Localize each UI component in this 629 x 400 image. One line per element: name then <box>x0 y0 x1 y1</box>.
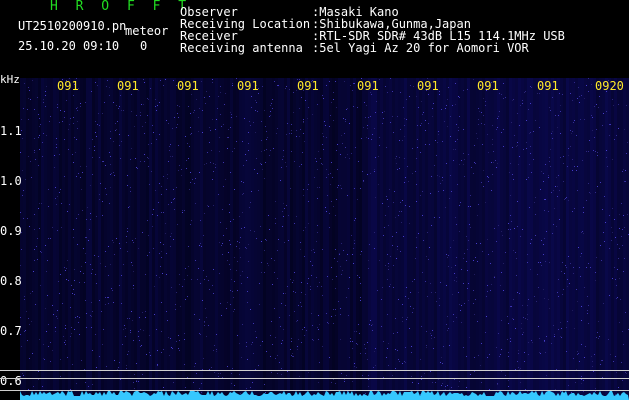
filename: UT2510200910.pn <box>18 19 127 33</box>
y-tick-1.1: 1.1 <box>0 124 22 138</box>
x-tick: 091 <box>117 79 139 93</box>
y-tick-0.9: 0.9 <box>0 224 22 238</box>
info-antenna-label: Receiving antenna <box>180 41 303 55</box>
x-tick: 091 <box>357 79 379 93</box>
y-tick-0.8: 0.8 <box>0 274 22 288</box>
y-tick-0.7: 0.7 <box>0 324 22 338</box>
spectrogram-canvas <box>20 78 629 400</box>
x-tick: 091 <box>537 79 559 93</box>
reference-line <box>0 370 629 371</box>
x-tick: 091 <box>417 79 439 93</box>
x-tick: 091 <box>237 79 259 93</box>
detection-count: 0 <box>140 39 148 53</box>
x-tick: 091 <box>477 79 499 93</box>
info-antenna-value: :5el Yagi Az 20 for Aomori VOR <box>312 41 529 55</box>
y-axis-unit: kHz <box>0 73 20 86</box>
brand-title: H R O F F T <box>50 0 192 14</box>
reference-line <box>0 378 629 379</box>
x-tick: 091 <box>297 79 319 93</box>
detection-tag: meteor <box>125 24 169 38</box>
reference-line <box>0 390 629 391</box>
y-tick-0.6: 0.6 <box>0 374 22 388</box>
datetime: 25.10.20 09:10 <box>18 39 120 53</box>
x-tick: 091 <box>177 79 199 93</box>
x-tick: 0920 <box>595 79 624 93</box>
x-tick: 091 <box>57 79 79 93</box>
y-tick-1.0: 1.0 <box>0 174 22 188</box>
spectrogram-plot <box>20 78 629 400</box>
